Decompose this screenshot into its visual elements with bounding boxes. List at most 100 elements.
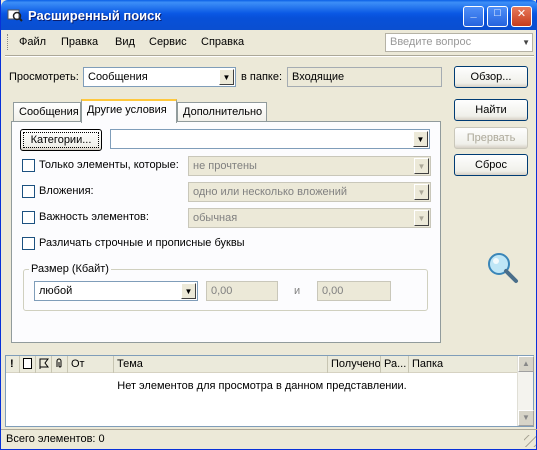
tab-more-choices-label: Другие условия [87, 104, 167, 116]
in-folder-value: Входящие [292, 71, 345, 83]
only-items-checkbox[interactable] [22, 159, 35, 172]
window-title: Расширенный поиск [28, 8, 161, 23]
attachments-value: одно или несколько вложений [193, 186, 348, 198]
browse-button-label: Обзор... [470, 71, 512, 83]
scroll-down-button[interactable]: ▼ [518, 410, 534, 426]
status-bar: Всего элементов: 0 [1, 429, 537, 449]
search-animation-icon [488, 253, 518, 283]
minimize-icon: _ [470, 7, 477, 19]
size-mode-value: любой [39, 285, 73, 297]
size-to-value: 0,00 [322, 285, 344, 297]
size-group-label: Размер (Кбайт) [29, 263, 111, 275]
size-from-field[interactable]: 0,00 [206, 281, 278, 301]
maximize-icon: □ [494, 7, 501, 19]
only-items-value: не прочтены [193, 160, 257, 172]
look-for-label: Просмотреть: [9, 71, 79, 83]
size-from-value: 0,00 [211, 285, 233, 297]
column-folder[interactable]: Папка [409, 356, 518, 373]
tab-more-choices[interactable]: Другие условия [81, 99, 177, 123]
resize-grip[interactable] [524, 435, 536, 447]
column-subject-label: Тема [117, 358, 143, 370]
chevron-down-icon: ▼ [414, 184, 429, 200]
menu-help[interactable]: Справка [201, 36, 244, 48]
find-now-label: Найти [475, 104, 507, 116]
column-icon[interactable] [20, 356, 36, 373]
menu-edit[interactable]: Правка [61, 36, 98, 48]
new-search-label: Сброс [475, 159, 507, 171]
chevron-down-icon: ▼ [414, 158, 429, 174]
tab-messages[interactable]: Сообщения [13, 102, 81, 122]
find-now-button[interactable]: Найти [454, 99, 528, 121]
tab-advanced-label: Дополнительно [183, 106, 263, 118]
importance-icon: ! [10, 358, 14, 370]
title-bar[interactable]: Расширенный поиск _ □ ✕ [1, 0, 537, 30]
column-folder-label: Папка [412, 358, 444, 370]
menu-view[interactable]: Вид [115, 36, 135, 48]
size-to-field[interactable]: 0,00 [317, 281, 391, 301]
new-search-button[interactable]: Сброс [454, 154, 528, 176]
stop-label: Прервать [466, 132, 516, 144]
tab-messages-label: Сообщения [19, 106, 79, 118]
categories-field[interactable]: ▼ [110, 129, 430, 149]
column-flag[interactable] [36, 356, 52, 373]
only-items-label: Только элементы, которые: [39, 159, 179, 171]
attachments-label: Вложения: [39, 185, 94, 197]
menu-file[interactable]: Файл [19, 36, 46, 48]
column-size[interactable]: Ра... [381, 356, 409, 373]
column-importance[interactable]: ! [6, 356, 20, 373]
importance-label: Важность элементов: [39, 211, 149, 223]
stop-button[interactable]: Прервать [454, 127, 528, 149]
empty-results-message: Нет элементов для просмотра в данном пре… [117, 380, 407, 392]
menu-tools[interactable]: Сервис [149, 36, 187, 48]
importance-checkbox[interactable] [22, 211, 35, 224]
importance-select[interactable]: обычная ▼ [188, 208, 431, 228]
column-received-label: Получено [331, 358, 381, 370]
close-button[interactable]: ✕ [511, 6, 532, 27]
results-list[interactable]: ! От Тема Получено Ра... Папка Нет элеме… [5, 355, 534, 427]
help-question-box[interactable]: Введите вопрос ▼ [385, 33, 533, 52]
chevron-down-icon[interactable]: ▼ [413, 131, 428, 147]
in-folder-field: Входящие [287, 67, 442, 87]
paperclip-icon [56, 358, 62, 368]
results-header: ! От Тема Получено Ра... Папка [6, 356, 518, 373]
column-subject[interactable]: Тема [114, 356, 328, 373]
importance-value: обычная [193, 212, 238, 224]
in-folder-label: в папке: [241, 71, 283, 83]
attachments-select[interactable]: одно или несколько вложений ▼ [188, 182, 431, 202]
browse-button[interactable]: Обзор... [454, 66, 528, 88]
chevron-down-icon[interactable]: ▼ [181, 283, 196, 299]
look-for-select[interactable]: Сообщения ▼ [83, 67, 236, 87]
categories-button-label: Категории... [30, 134, 92, 146]
look-for-value: Сообщения [88, 71, 148, 83]
attachments-checkbox[interactable] [22, 185, 35, 198]
help-placeholder: Введите вопрос [390, 36, 472, 48]
column-size-label: Ра... [384, 358, 407, 370]
flag-icon [39, 358, 49, 369]
close-icon: ✕ [516, 8, 527, 20]
menu-separator [5, 55, 534, 57]
tab-advanced[interactable]: Дополнительно [177, 102, 267, 122]
column-from[interactable]: От [68, 356, 114, 373]
column-attachment[interactable] [52, 356, 68, 373]
match-case-label: Различать строчные и прописные буквы [39, 237, 245, 249]
status-count: Всего элементов: 0 [6, 433, 105, 445]
results-scrollbar[interactable]: ▲ ▼ [517, 356, 534, 426]
column-received[interactable]: Получено [328, 356, 381, 373]
only-items-select[interactable]: не прочтены ▼ [188, 156, 431, 176]
chevron-down-icon: ▼ [414, 210, 429, 226]
maximize-button[interactable]: □ [487, 6, 508, 27]
size-and-label: и [294, 285, 301, 297]
advanced-find-icon [7, 9, 23, 22]
match-case-checkbox[interactable] [22, 237, 35, 250]
chevron-down-icon[interactable]: ▼ [219, 69, 234, 85]
menu-grip[interactable] [7, 34, 10, 50]
scroll-up-button[interactable]: ▲ [518, 356, 534, 372]
menu-bar: Файл Правка Вид Сервис Справка Введите в… [5, 30, 534, 54]
column-from-label: От [71, 358, 85, 370]
page-icon [23, 358, 32, 369]
size-mode-select[interactable]: любой ▼ [34, 281, 198, 301]
categories-button[interactable]: Категории... [20, 129, 102, 151]
advanced-find-window: Расширенный поиск _ □ ✕ Файл Правка Вид … [0, 0, 537, 450]
minimize-button[interactable]: _ [463, 6, 484, 27]
chevron-down-icon[interactable]: ▼ [522, 38, 530, 47]
